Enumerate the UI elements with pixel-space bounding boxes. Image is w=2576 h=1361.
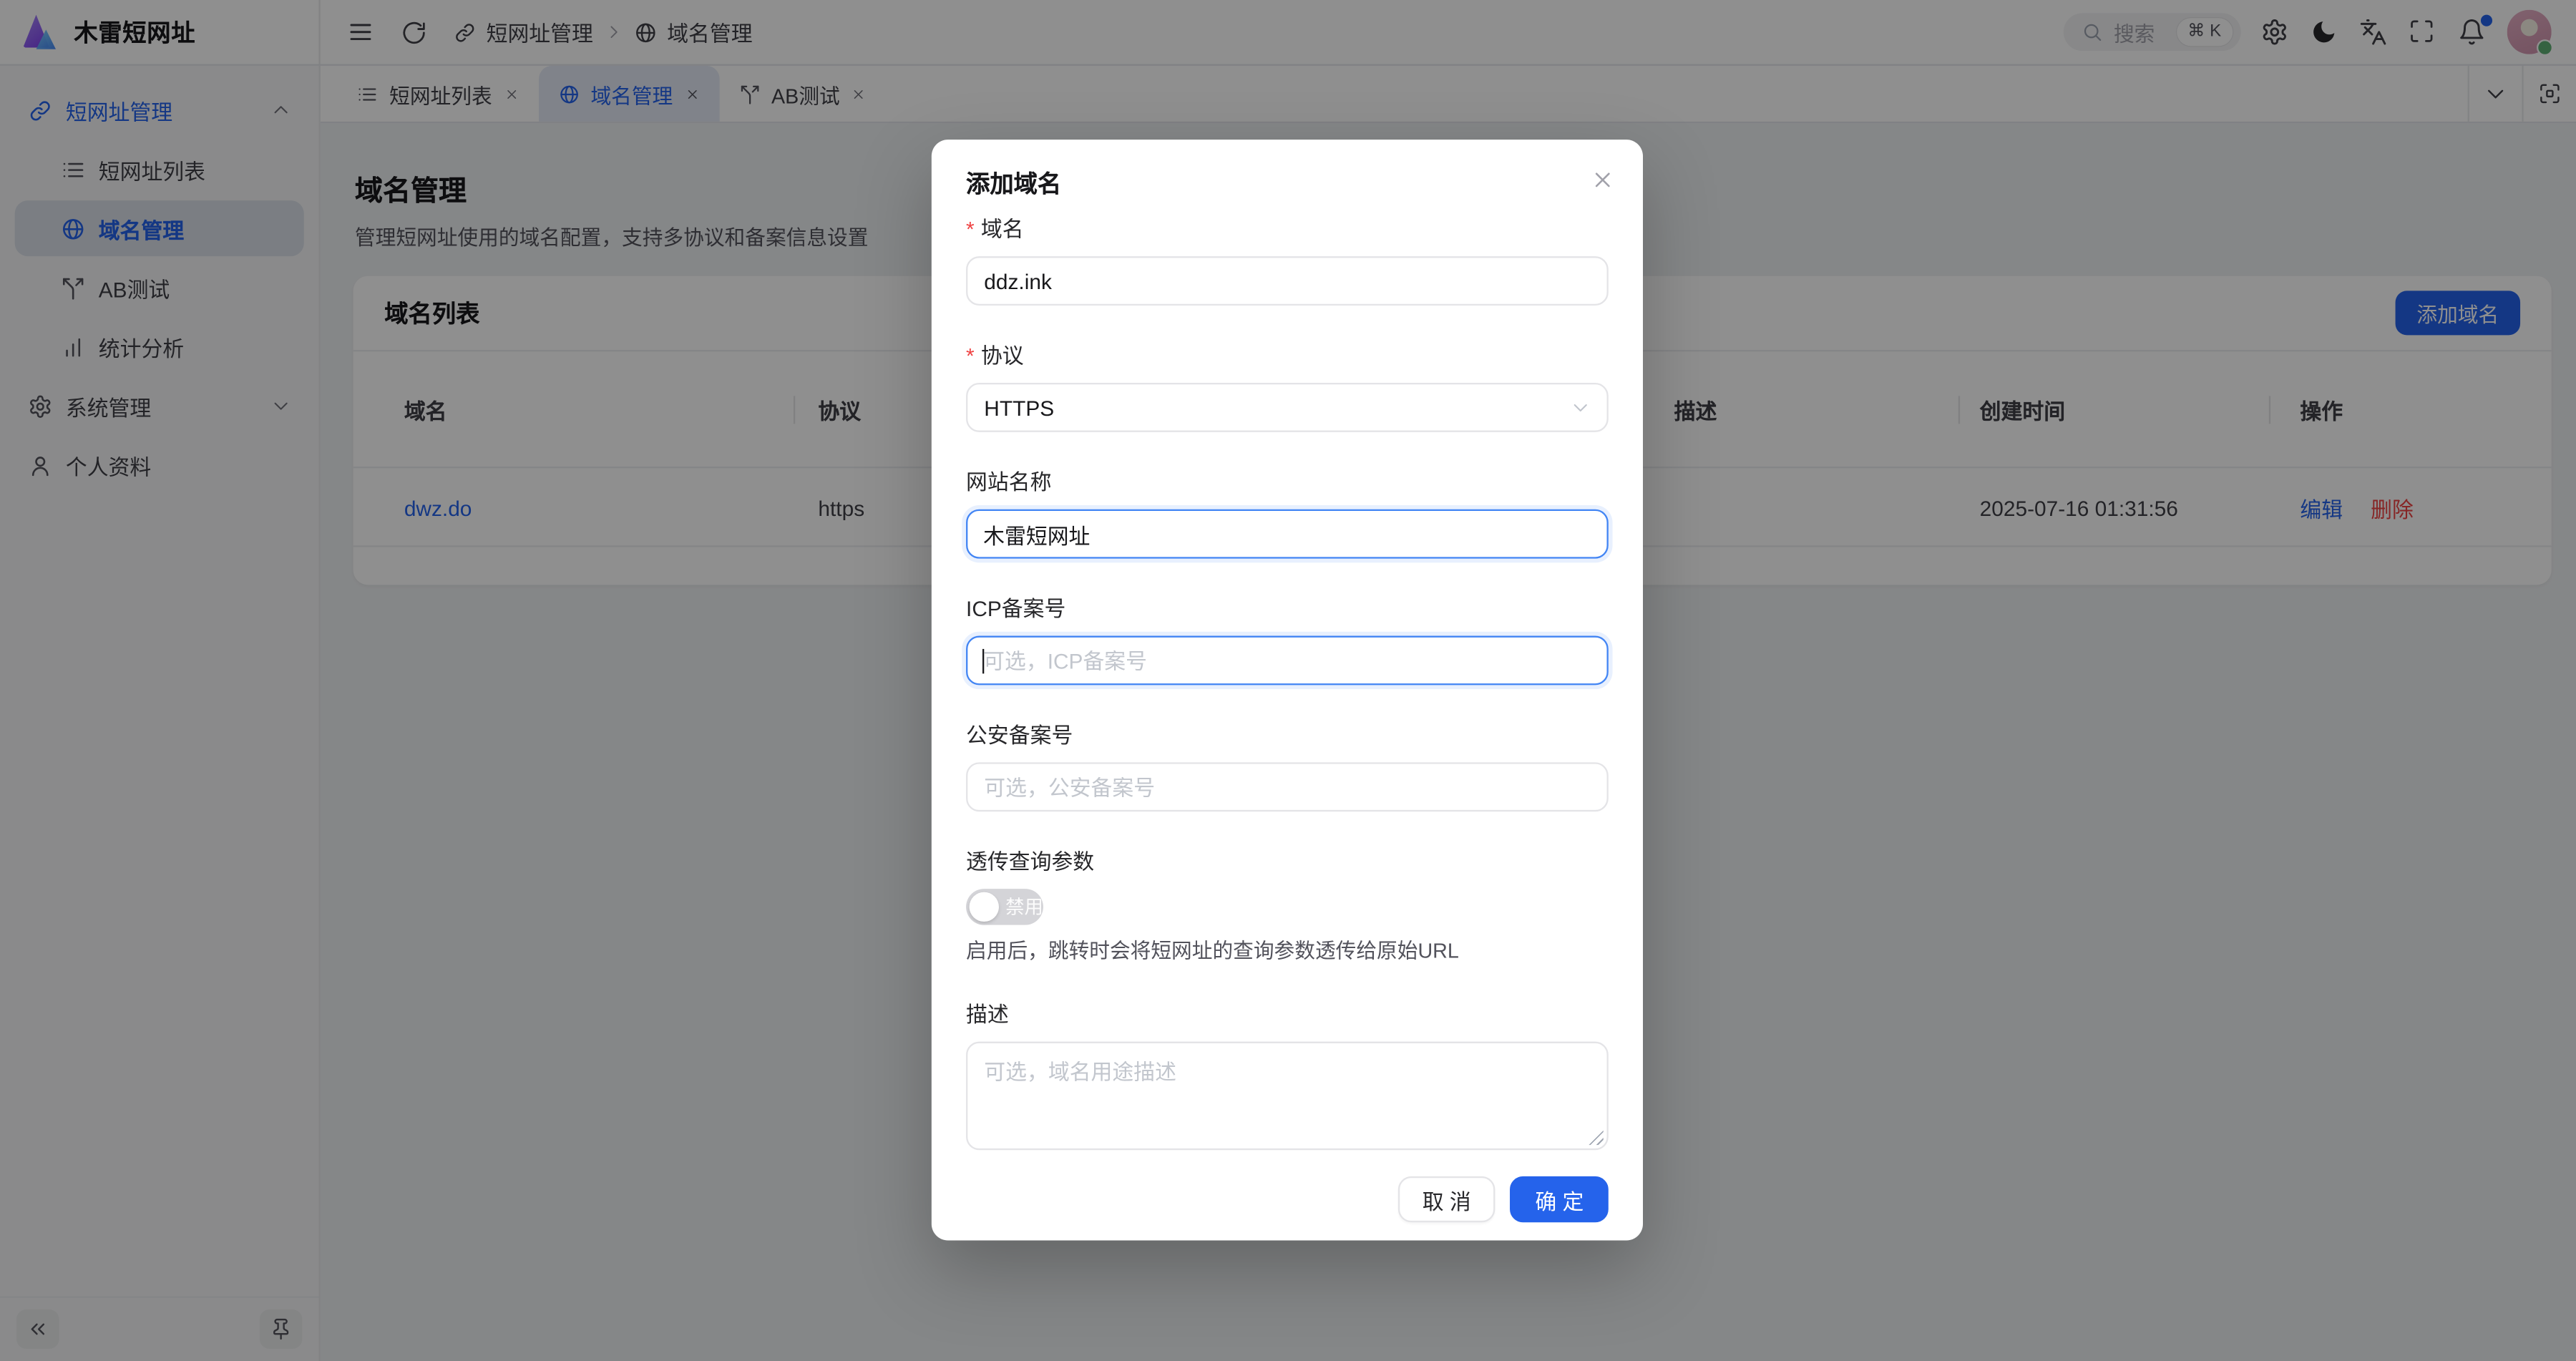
icp-input[interactable] <box>983 648 1591 673</box>
field-icp: ICP备案号 <box>966 596 1609 685</box>
field-police: 公安备案号 <box>966 723 1609 811</box>
field-protocol: *协议 HTTPS <box>966 343 1609 432</box>
site-name-label: 网站名称 <box>966 470 1051 497</box>
protocol-select[interactable]: HTTPS <box>966 383 1609 432</box>
protocol-selected-value: HTTPS <box>984 395 1054 419</box>
modal-close-button[interactable] <box>1591 167 1615 192</box>
field-site-name: 网站名称 <box>966 470 1609 559</box>
passthrough-toggle[interactable]: 禁用 <box>966 889 1043 925</box>
field-domain: *域名 <box>966 217 1609 306</box>
required-mark: * <box>966 343 975 370</box>
icp-input-wrap <box>966 636 1609 686</box>
app-window: 木雷短网址 短网址管理 域名管理 <box>0 0 2576 1361</box>
description-textarea[interactable] <box>966 1042 1609 1151</box>
confirm-button[interactable]: 确 定 <box>1511 1176 1609 1222</box>
domain-input-wrap <box>966 256 1609 306</box>
police-input-wrap <box>966 762 1609 811</box>
modal-title: 添加域名 <box>966 171 1609 200</box>
close-icon <box>1591 167 1615 192</box>
text-caret <box>982 649 984 673</box>
field-passthrough: 透传查询参数 禁用 启用后，跳转时会将短网址的查询参数透传给原始URL <box>966 849 1609 965</box>
add-domain-modal: 添加域名 *域名 *协议 HTTPS 网站名称 ICP备案号 <box>932 140 1643 1240</box>
domain-input[interactable] <box>984 268 1590 293</box>
toggle-knob <box>970 892 999 922</box>
site-name-input[interactable] <box>983 522 1591 546</box>
modal-footer: 取 消 确 定 <box>966 1176 1609 1222</box>
chevron-down-icon <box>1571 398 1591 418</box>
toggle-state-label: 禁用 <box>1005 889 1043 925</box>
police-input[interactable] <box>984 775 1590 799</box>
field-description: 描述 <box>966 1003 1609 1151</box>
passthrough-help-text: 启用后，跳转时会将短网址的查询参数透传给原始URL <box>966 938 1609 965</box>
description-label: 描述 <box>966 1003 1009 1029</box>
cancel-button[interactable]: 取 消 <box>1397 1176 1496 1222</box>
domain-label: 域名 <box>981 217 1024 243</box>
icp-label: ICP备案号 <box>966 596 1065 623</box>
required-mark: * <box>966 217 975 243</box>
protocol-label: 协议 <box>981 343 1024 370</box>
police-label: 公安备案号 <box>966 723 1073 749</box>
site-name-input-wrap <box>966 509 1609 559</box>
passthrough-label: 透传查询参数 <box>966 849 1094 876</box>
